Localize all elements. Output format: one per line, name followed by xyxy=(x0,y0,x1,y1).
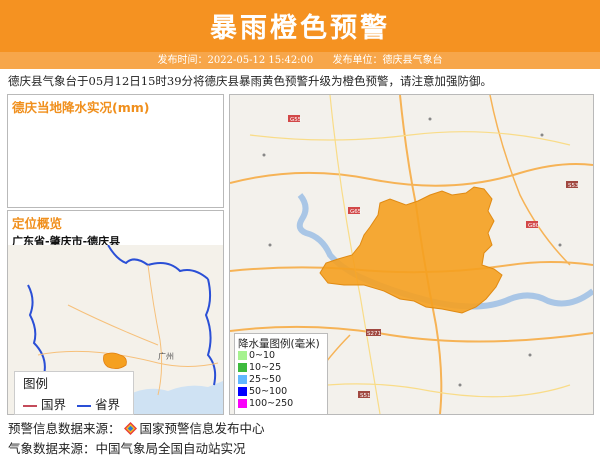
map-legend: 图例 国界 省界 xyxy=(14,371,134,415)
rainfall-legend-item: 25~50 xyxy=(238,375,281,385)
rainfall-legend-item: 10~25 xyxy=(238,363,281,373)
rainfall-legend: 降水量图例(毫米) 0~10 10~25 25~50 50~100 100~25… xyxy=(234,333,328,415)
rainfall-swatch xyxy=(238,399,247,408)
rain-observation-panel: 德庆当地降水实况(mm) xyxy=(7,94,224,208)
warning-center-logo-icon xyxy=(123,422,137,435)
rainfall-swatch xyxy=(238,363,247,372)
publish-time: 发布时间：2022-05-12 15:42:00 xyxy=(157,55,314,66)
weather-source: 气象数据来源：中国气象局全国自动站实况 xyxy=(8,441,246,456)
publisher: 发布单位：德庆县气象台 xyxy=(332,55,443,66)
warning-description: 德庆县气象台于05月12日15时39分将德庆县暴雨黄色预警升级为橙色预警，请注意… xyxy=(8,74,493,88)
legend-provincial-border: 省界 xyxy=(77,394,120,413)
warning-source: 预警信息数据来源： 国家预警信息发布中心 xyxy=(8,421,265,436)
rain-panel-title: 德庆当地降水实况(mm) xyxy=(12,100,150,115)
warning-banner: 暴雨橙色预警 xyxy=(0,0,600,53)
location-overview-panel: 定位概览 广东省-肇庆市-德庆县 广州 图例 国界 省界 xyxy=(7,210,224,415)
rainfall-legend-item: 0~10 xyxy=(238,351,275,361)
road-shield-s51: S51 xyxy=(360,393,371,399)
road-shield-s271: S271 xyxy=(367,331,381,337)
warning-source-org[interactable]: 国家预警信息发布中心 xyxy=(140,421,265,436)
rainfall-swatch xyxy=(238,351,247,360)
national-border-swatch xyxy=(23,404,37,407)
location-panel-title: 定位概览 xyxy=(12,216,63,231)
rainfall-legend-item: 50~100 xyxy=(238,387,287,397)
meta-bar: 发布时间：2022-05-12 15:42:00 发布单位：德庆县气象台 xyxy=(0,52,600,69)
road-shield-g65: G65 xyxy=(350,209,362,215)
rainfall-swatch xyxy=(238,387,247,396)
rainfall-swatch xyxy=(238,375,247,384)
road-shield-s53: S53 xyxy=(568,183,579,189)
road-shield-g80: G80 xyxy=(528,223,540,229)
page-title: 暴雨橙色预警 xyxy=(210,13,390,44)
rainfall-legend-item: 100~250 xyxy=(238,399,293,409)
legend-national-border: 国界 xyxy=(23,394,66,413)
city-label-guangzhou: 广州 xyxy=(158,351,174,361)
road-shield-g55: G55 xyxy=(290,117,302,123)
legend-title: 图例 xyxy=(23,376,49,391)
rainfall-legend-title: 降水量图例(毫米) xyxy=(238,338,320,350)
provincial-border-swatch xyxy=(77,404,91,407)
